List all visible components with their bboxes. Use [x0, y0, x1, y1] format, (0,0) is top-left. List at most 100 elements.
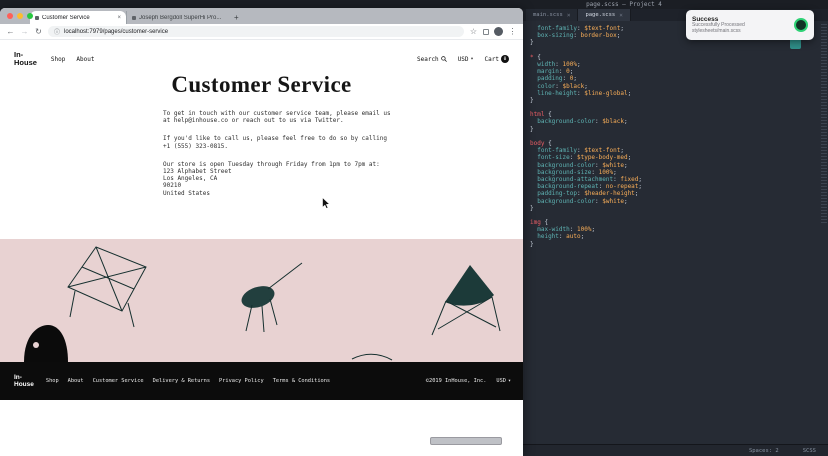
- footer-link[interactable]: Customer Service: [93, 378, 144, 384]
- code-token: background-size: [537, 169, 591, 176]
- code-token: {: [544, 111, 551, 118]
- profile-avatar[interactable]: [494, 27, 503, 36]
- close-icon[interactable]: ×: [567, 12, 571, 19]
- code-token: $white: [602, 162, 624, 169]
- code-token: img: [530, 219, 541, 226]
- code-token: font-family: [537, 147, 577, 154]
- minimize-window-icon[interactable]: [17, 13, 23, 19]
- codekit-toast[interactable]: Success Successfully Processed styleshee…: [686, 10, 814, 40]
- text-line: +1 (555) 323-0815.: [163, 143, 399, 150]
- code-line: color: $black;: [530, 83, 818, 90]
- code-token: :: [599, 183, 606, 190]
- code-token: }: [530, 241, 534, 248]
- address-bar[interactable]: ⓘ localhost:7979/pages/customer-service: [48, 26, 464, 37]
- back-icon[interactable]: ←: [6, 27, 15, 37]
- page-viewport: In- House Shop About Search USD ▾: [0, 40, 523, 456]
- nav-link-about[interactable]: About: [76, 56, 94, 63]
- footer-link[interactable]: Delivery & Returns: [153, 378, 210, 384]
- reload-icon[interactable]: ↻: [34, 27, 43, 37]
- currency-selector[interactable]: USD ▾: [458, 56, 474, 63]
- zoom-window-icon[interactable]: [27, 13, 33, 19]
- code-token: $text-font: [584, 25, 620, 32]
- code-line: height: auto;: [530, 233, 818, 240]
- site-info-icon[interactable]: ⓘ: [54, 27, 60, 36]
- success-icon: [794, 18, 808, 32]
- code-token: color: [537, 83, 555, 90]
- furniture-illustration: [0, 239, 523, 362]
- browser-tab-inactive[interactable]: Joseph Bergdoll SuperHi Pro...: [126, 11, 228, 24]
- editor-tab[interactable]: page.scss×: [578, 9, 630, 21]
- code-line: html {: [530, 111, 818, 118]
- paragraph: To get in touch with our customer servic…: [163, 110, 399, 124]
- chrome-menu-icon[interactable]: ⋮: [508, 27, 517, 37]
- background-window-sliver: [430, 437, 502, 445]
- code-line: }: [530, 126, 818, 133]
- code-line: [530, 133, 818, 140]
- forward-icon[interactable]: →: [20, 27, 29, 37]
- code-token: fixed: [620, 176, 638, 183]
- code-token: :: [563, 75, 570, 82]
- browser-window: Customer Service × Joseph Bergdoll Super…: [0, 8, 523, 456]
- code-token: padding-top: [537, 190, 577, 197]
- code-token: 100%: [599, 169, 613, 176]
- nav-link-shop[interactable]: Shop: [51, 56, 65, 63]
- footer-right: ©2019 InHouse, Inc. USD ▾: [426, 378, 511, 384]
- code-token: {: [544, 140, 551, 147]
- code-token: height: [537, 233, 559, 240]
- close-icon[interactable]: ×: [619, 12, 623, 19]
- chevron-down-icon: ▾: [508, 378, 511, 384]
- code-token: line-height: [537, 90, 577, 97]
- editor-tab[interactable]: main.scss×: [526, 9, 578, 21]
- code-token: background-repeat: [537, 183, 598, 190]
- site-footer: In- House Shop About Customer Service Deliv…: [0, 362, 523, 400]
- code-token: body: [530, 140, 544, 147]
- logo-line2: House: [14, 381, 34, 388]
- new-tab-icon[interactable]: +: [228, 11, 245, 24]
- tab-title: Joseph Bergdoll SuperHi Pro...: [139, 15, 223, 21]
- toast-line2: stylesheets/main.scss: [692, 29, 789, 35]
- code-token: ;: [617, 32, 621, 39]
- close-window-icon[interactable]: [7, 13, 13, 19]
- search-button[interactable]: Search: [417, 56, 447, 63]
- code-line: }: [530, 97, 818, 104]
- browser-tab-active[interactable]: Customer Service ×: [30, 11, 126, 24]
- status-syntax[interactable]: SCSS: [803, 448, 816, 454]
- code-token: box-sizing: [537, 32, 573, 39]
- currency-label: USD: [496, 378, 506, 384]
- floor-arc-icon: [352, 354, 392, 360]
- close-tab-icon[interactable]: ×: [117, 15, 121, 21]
- code-token: :: [555, 83, 562, 90]
- code-token: background-color: [537, 198, 595, 205]
- favicon-icon: [132, 16, 136, 20]
- footer-currency-selector[interactable]: USD ▾: [496, 378, 511, 384]
- code-line: [530, 104, 818, 111]
- bookmark-star-icon[interactable]: ☆: [469, 27, 478, 37]
- footer-logo[interactable]: In- House: [14, 374, 34, 389]
- code-line: [530, 47, 818, 54]
- footer-link[interactable]: About: [68, 378, 84, 384]
- code-line: font-size: $type-body-med;: [530, 154, 818, 161]
- minimap[interactable]: [821, 24, 827, 224]
- code-line: background-attachment: fixed;: [530, 176, 818, 183]
- text-line: Los Angeles, CA: [163, 175, 399, 182]
- footer-link[interactable]: Privacy Policy: [219, 378, 264, 384]
- window-controls: [7, 13, 33, 19]
- code-line: }: [530, 39, 818, 46]
- chevron-down-icon: ▾: [471, 56, 474, 62]
- code-line: width: 100%;: [530, 61, 818, 68]
- site-logo[interactable]: In- House: [14, 51, 37, 68]
- footer-link[interactable]: Terms & Conditions: [273, 378, 330, 384]
- code-token: }: [530, 97, 534, 104]
- cart-button[interactable]: Cart 0: [485, 55, 509, 63]
- code-token: {: [534, 54, 541, 61]
- code-token: $black: [602, 118, 624, 125]
- status-indentation[interactable]: Spaces: 2: [749, 448, 779, 454]
- code-token: ;: [624, 198, 628, 205]
- code-token: width: [537, 61, 555, 68]
- page-title: Customer Service: [0, 72, 523, 98]
- extension-icon[interactable]: [483, 29, 489, 35]
- text-line: at help@inhouse.co or reach out to us vi…: [163, 117, 399, 124]
- footer-link[interactable]: Shop: [46, 378, 59, 384]
- body-text: To get in touch with our customer servic…: [163, 110, 399, 197]
- code-token: $white: [602, 198, 624, 205]
